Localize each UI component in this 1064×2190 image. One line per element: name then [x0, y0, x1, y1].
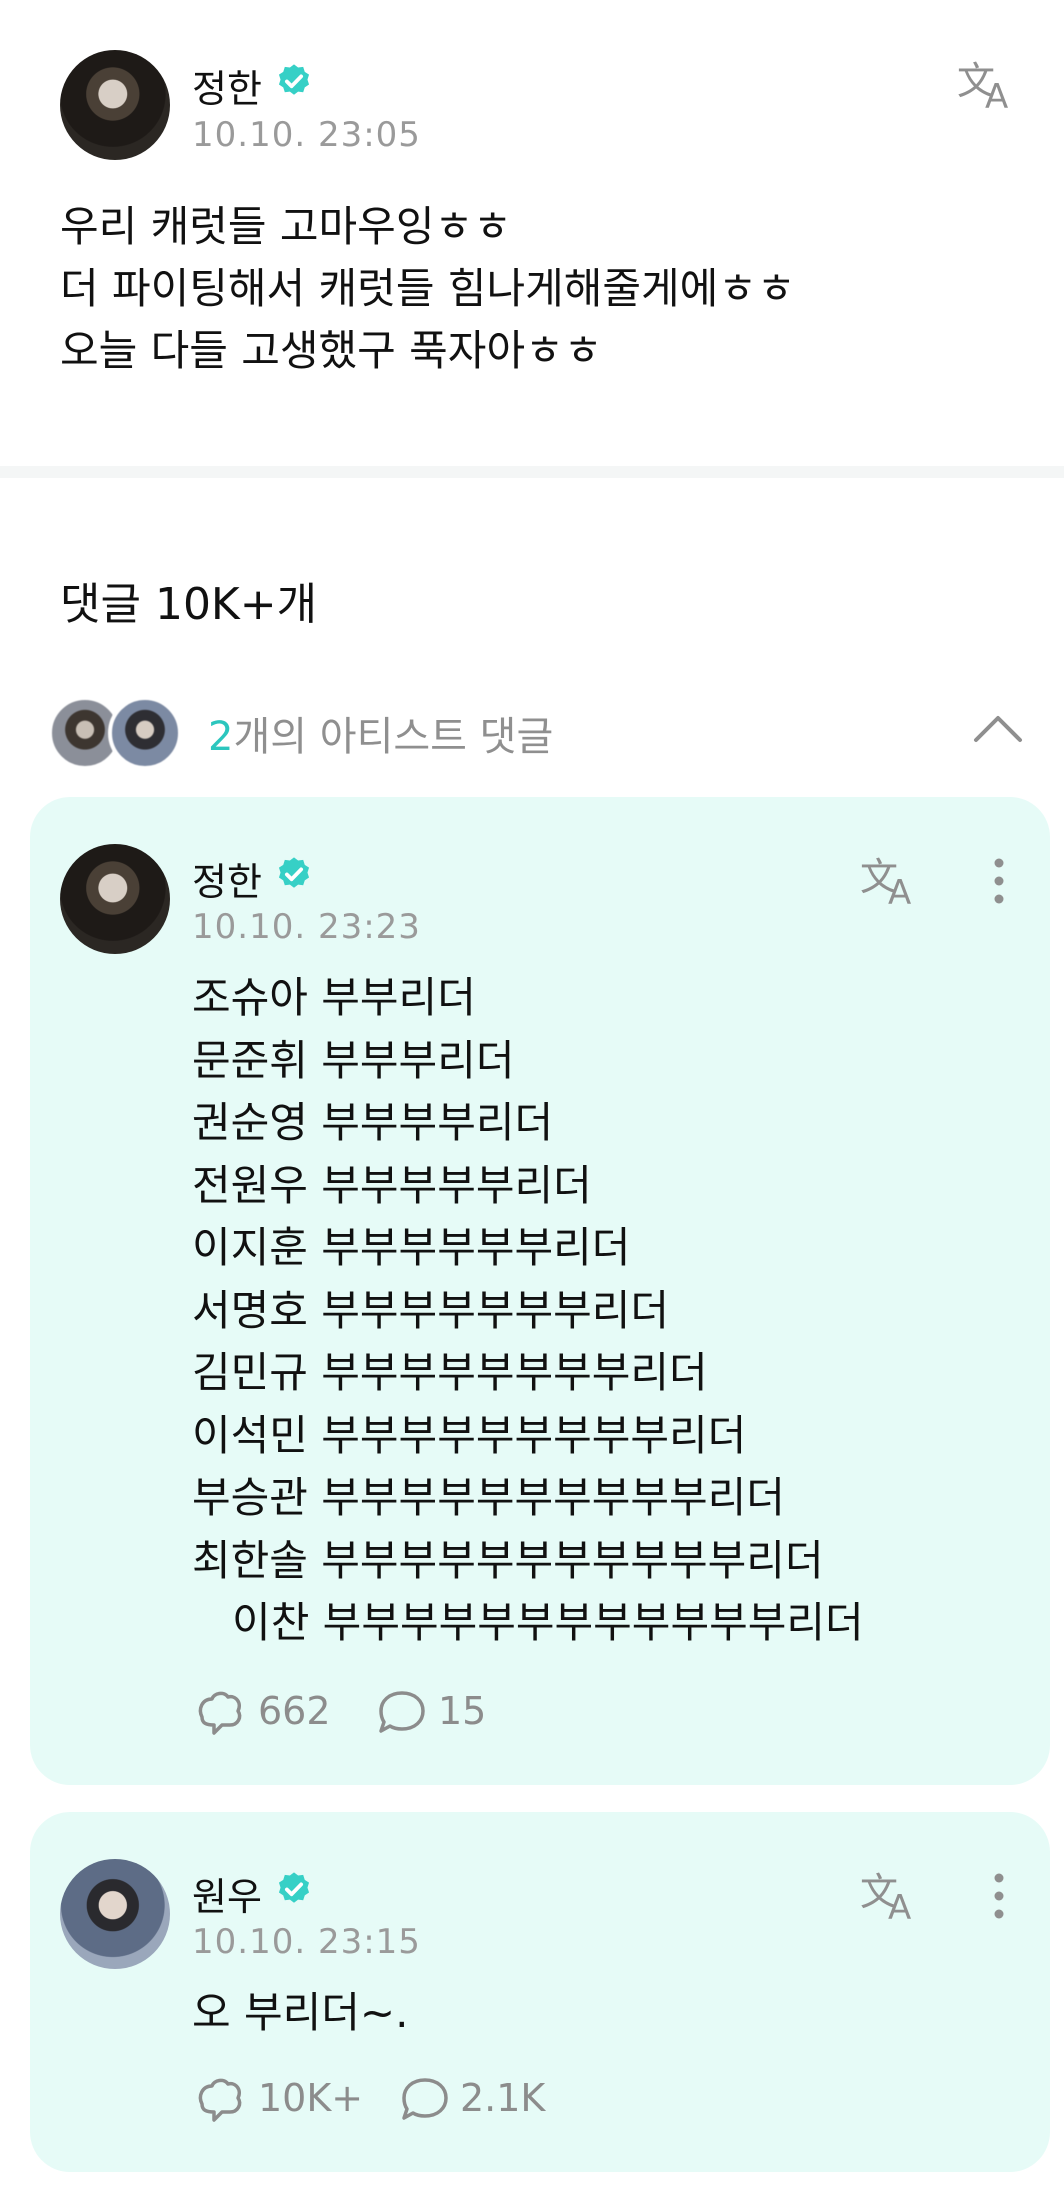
- verified-badge-icon: [278, 857, 310, 888]
- svg-text:A: A: [985, 77, 1008, 112]
- verified-badge-icon: [278, 64, 310, 95]
- svg-text:A: A: [888, 1888, 911, 1923]
- comment-body: 조슈아 부부리더 문준휘 부부부리더 권순영 부부부부리더 전원우 부부부부부리…: [192, 973, 864, 1647]
- comments-count-title: 댓글 10K+개: [60, 579, 318, 630]
- comment-author-name[interactable]: 원우: [192, 1866, 262, 1921]
- avatar[interactable]: [60, 844, 170, 954]
- more-options-icon[interactable]: [992, 857, 1006, 905]
- translate-icon[interactable]: 文 A: [858, 852, 924, 908]
- like-count: 662: [258, 1689, 331, 1733]
- svg-text:A: A: [888, 873, 911, 908]
- artist-comments-text: 개의 아티스트 댓글: [233, 714, 554, 760]
- chevron-up-icon[interactable]: [968, 704, 1028, 754]
- comment-body: 오 부리더~.: [192, 1988, 409, 2037]
- post-author-name[interactable]: 정한: [192, 58, 262, 113]
- post-timestamp: 10.10. 23:05: [192, 115, 421, 155]
- comment-timestamp: 10.10. 23:23: [192, 907, 421, 947]
- like-count: 10K+: [258, 2076, 364, 2120]
- artist-comment-count: 2: [208, 714, 234, 760]
- more-options-icon[interactable]: [992, 1872, 1006, 1920]
- divider: [0, 466, 1064, 478]
- artist-comments-label: 2개의 아티스트 댓글: [208, 704, 553, 762]
- verified-badge-icon: [278, 1872, 310, 1903]
- artist-avatar: [108, 696, 182, 770]
- avatar[interactable]: [60, 1859, 170, 1969]
- artist-comments-toggle[interactable]: 2개의 아티스트 댓글: [48, 690, 1028, 780]
- like-icon[interactable]: [192, 2074, 246, 2124]
- translate-icon[interactable]: 文 A: [955, 56, 1021, 112]
- comment-card: 원우 10.10. 23:15 文 A 오 부리더~. 10K+ 2.1K: [30, 1812, 1050, 2172]
- reply-count: 15: [438, 1689, 487, 1733]
- translate-icon[interactable]: 文 A: [858, 1867, 924, 1923]
- reply-count: 2.1K: [460, 2076, 546, 2120]
- like-icon[interactable]: [192, 1687, 246, 1737]
- comment-author-name[interactable]: 정한: [192, 851, 262, 906]
- reply-icon[interactable]: [375, 1687, 429, 1737]
- reply-icon[interactable]: [398, 2074, 452, 2124]
- comment-card: 정한 10.10. 23:23 文 A 조슈아 부부리더 문준휘 부부부리더 권…: [30, 797, 1050, 1785]
- avatar[interactable]: [60, 50, 170, 160]
- post-body: 우리 캐럿들 고마우잉ㅎㅎ 더 파이팅해서 캐럿들 힘나게해줄게에ㅎㅎ 오늘 다…: [60, 202, 796, 375]
- comment-timestamp: 10.10. 23:15: [192, 1922, 421, 1962]
